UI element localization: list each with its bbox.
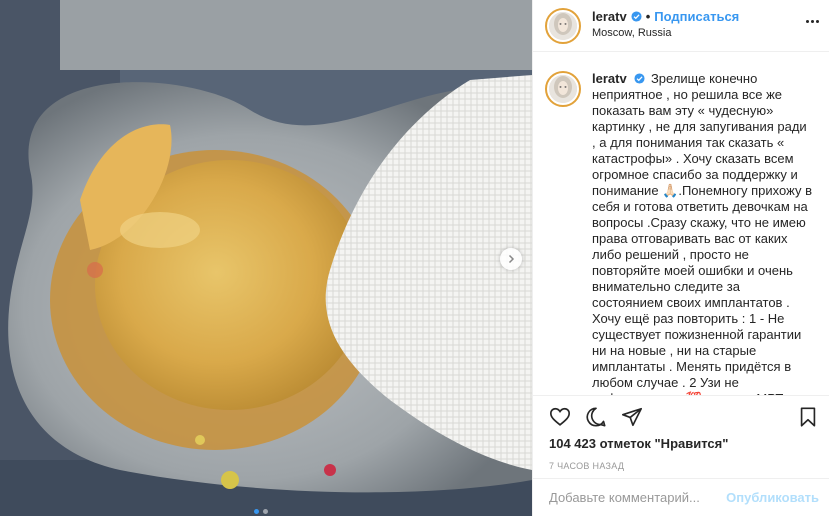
next-photo-button[interactable] — [500, 248, 522, 270]
caption-row: leratv Зрелище конечно неприятное , но р… — [545, 71, 813, 395]
location-link[interactable]: Moscow, Russia — [592, 27, 739, 39]
verified-badge-icon — [634, 73, 645, 84]
separator-dot: • — [645, 8, 651, 24]
caption-avatar[interactable] — [545, 71, 581, 107]
comment-icon[interactable] — [585, 406, 607, 428]
carousel-dot — [263, 509, 268, 514]
post-timestamp[interactable]: 7 часов назад — [549, 461, 624, 471]
comments-area[interactable]: leratv Зрелище конечно неприятное , но р… — [533, 53, 829, 395]
comment-input[interactable] — [549, 490, 727, 505]
heart-icon[interactable] — [549, 406, 571, 428]
avatar-image — [549, 75, 577, 103]
caption-text: leratv Зрелище конечно неприятное , но р… — [592, 71, 813, 395]
share-icon[interactable] — [621, 406, 643, 428]
publish-comment-button[interactable]: Опубликовать — [726, 490, 819, 505]
carousel-dot-active — [254, 509, 259, 514]
bookmark-icon[interactable] — [797, 406, 819, 428]
follow-button[interactable]: Подписаться — [654, 9, 739, 24]
verified-badge-icon — [631, 10, 642, 22]
avatar-image — [549, 11, 577, 40]
caption-body: Зрелище конечно неприятное , но решила в… — [592, 71, 812, 395]
avatar[interactable] — [545, 7, 581, 44]
post-header: leratv • Подписаться Moscow, Russia — [533, 0, 829, 52]
more-options-icon[interactable] — [806, 20, 819, 23]
username-link[interactable]: leratv — [592, 9, 627, 24]
caption-username[interactable]: leratv — [592, 71, 627, 86]
post-photo[interactable] — [0, 0, 532, 516]
carousel-indicator — [254, 509, 268, 514]
post-sidebar: leratv • Подписаться Moscow, Russia lera… — [532, 0, 829, 516]
action-bar: 104 423 отметок "Нравится" — [533, 395, 829, 455]
post-image — [0, 0, 532, 516]
likes-count[interactable]: 104 423 отметок "Нравится" — [549, 436, 813, 451]
chevron-right-icon — [508, 254, 515, 264]
add-comment-bar: Опубликовать — [533, 478, 829, 516]
